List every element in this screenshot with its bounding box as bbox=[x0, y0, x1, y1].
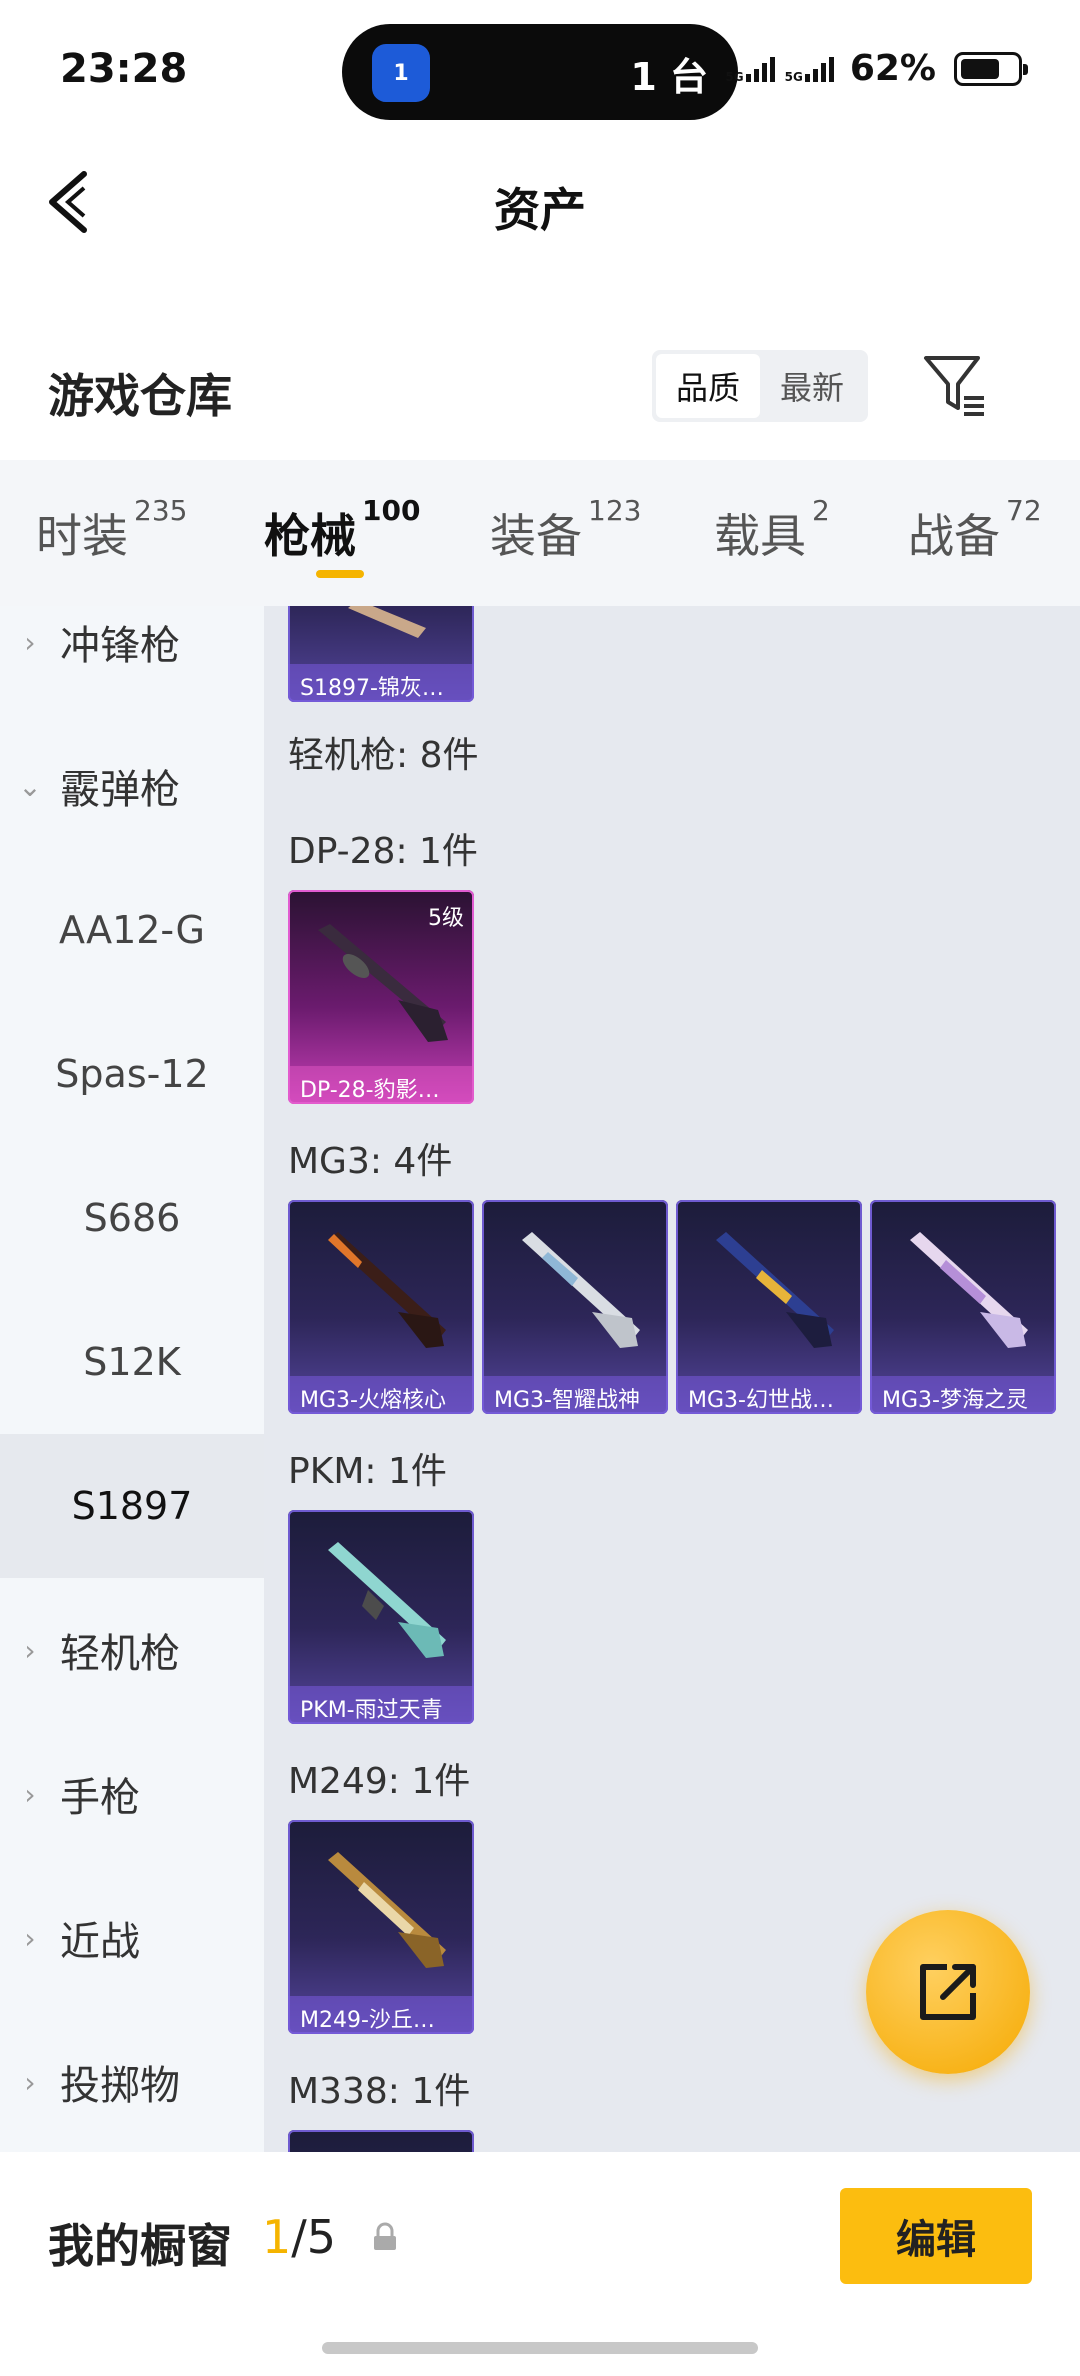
signal-bars-icon bbox=[804, 56, 834, 82]
weapon-card-label: PKM-雨过天青 bbox=[288, 1686, 474, 1724]
lock-icon bbox=[374, 2222, 396, 2250]
group-header-mg3: MG3: 4件 bbox=[288, 1141, 453, 1182]
weapon-card[interactable]: MG3-火熔核心 bbox=[288, 1200, 474, 1414]
active-tab-indicator bbox=[316, 570, 364, 578]
weapon-card[interactable]: MG3-智耀战神 bbox=[482, 1200, 668, 1414]
sidebar-item-spas12[interactable]: Spas-12 bbox=[0, 1002, 264, 1146]
showcase-count: 1/5 bbox=[262, 2210, 337, 2264]
category-tabs: 时装 235 枪械 100 装备 123 载具 2 战备 72 bbox=[0, 460, 1080, 606]
home-indicator[interactable] bbox=[322, 2342, 758, 2354]
weapon-image bbox=[910, 1232, 1028, 1348]
weapon-image bbox=[328, 1852, 446, 1968]
sidebar-item-s1897[interactable]: S1897 bbox=[0, 1434, 264, 1578]
weapon-card-label: MG3-梦海之灵 bbox=[870, 1376, 1056, 1414]
weapon-card-label: MG3-智耀战神 bbox=[482, 1376, 668, 1414]
sidebar-item-lmg[interactable]: › 轻机枪 bbox=[0, 1578, 264, 1722]
status-bar: 23:28 1 1 台 5G 5G 62% bbox=[0, 0, 1080, 140]
category-header: 轻机枪: 8件 bbox=[288, 735, 479, 776]
chevron-right-icon: › bbox=[24, 1921, 36, 1955]
weapon-card[interactable]: M249-沙丘… bbox=[288, 1820, 474, 2034]
sort-option-quality[interactable]: 品质 bbox=[656, 354, 760, 418]
chevron-right-icon: › bbox=[24, 1777, 36, 1811]
weapon-card-label: S1897-锦灰… bbox=[288, 664, 474, 702]
sort-toggle: 品质 最新 bbox=[652, 350, 868, 422]
showcase-bar: 我的橱窗 1/5 编辑 bbox=[0, 2152, 1080, 2376]
chevron-right-icon: › bbox=[24, 625, 36, 659]
tab-costume[interactable]: 时装 235 bbox=[36, 494, 187, 566]
dynamic-island[interactable]: 1 1 台 bbox=[342, 24, 738, 120]
weapon-card[interactable]: S1897-锦灰… bbox=[288, 606, 474, 702]
weapon-image bbox=[716, 1232, 834, 1348]
sidebar-item-shotgun[interactable]: ⌄ 霰弹枪 bbox=[0, 714, 264, 858]
tab-gear[interactable]: 战备 72 bbox=[908, 494, 1042, 566]
group-header-m338: M338: 1件 bbox=[288, 2071, 471, 2112]
group-header-m249: M249: 1件 bbox=[288, 1761, 471, 1802]
weapon-card-label: MG3-幻世战… bbox=[676, 1376, 862, 1414]
weapon-card[interactable]: 5级 DP-28-豹影… bbox=[288, 890, 474, 1104]
broadcast-app-icon: 1 bbox=[372, 44, 430, 102]
group-header-pkm: PKM: 1件 bbox=[288, 1451, 447, 1492]
page-title: 资产 bbox=[494, 183, 586, 237]
share-button[interactable] bbox=[866, 1910, 1030, 2074]
weapon-card[interactable]: MG3-梦海之灵 bbox=[870, 1200, 1056, 1414]
share-icon bbox=[920, 1964, 976, 2020]
sidebar-item-s12k[interactable]: S12K bbox=[0, 1290, 264, 1434]
chevron-right-icon: › bbox=[24, 2065, 36, 2099]
weapon-card[interactable]: PKM-雨过天青 bbox=[288, 1510, 474, 1724]
showcase-label: 我的橱窗 bbox=[48, 2219, 232, 2273]
weapon-card-label: MG3-火熔核心 bbox=[288, 1376, 474, 1414]
signal-5g-2: 5G bbox=[785, 56, 834, 83]
weapon-image bbox=[522, 1232, 640, 1348]
weapon-level-badge: 5级 bbox=[428, 906, 464, 931]
weapon-type-sidebar: › 冲锋枪 ⌄ 霰弹枪 AA12-G Spas-12 S686 S12K S1897… bbox=[0, 606, 264, 2152]
status-indicators: 5G 5G 62% bbox=[725, 48, 1028, 89]
sidebar-item-s686[interactable]: S686 bbox=[0, 1146, 264, 1290]
sidebar-item-melee[interactable]: › 近战 bbox=[0, 1866, 264, 2010]
sidebar-item-throwable[interactable]: › 投掷物 bbox=[0, 2010, 264, 2152]
weapon-image bbox=[328, 1232, 446, 1348]
warehouse-title: 游戏仓库 bbox=[48, 369, 232, 423]
signal-5g-1: 5G bbox=[725, 56, 775, 83]
edit-button[interactable]: 编辑 bbox=[840, 2188, 1032, 2284]
group-header-dp28: DP-28: 1件 bbox=[288, 831, 478, 872]
island-device-count: 1 台 bbox=[630, 55, 708, 99]
sidebar-item-pistol[interactable]: › 手枪 bbox=[0, 1722, 264, 1866]
sort-option-newest[interactable]: 最新 bbox=[760, 354, 864, 418]
status-time: 23:28 bbox=[60, 46, 188, 92]
weapon-card[interactable] bbox=[288, 2130, 474, 2152]
sidebar-item-aa12g[interactable]: AA12-G bbox=[0, 858, 264, 1002]
weapon-card[interactable]: MG3-幻世战… bbox=[676, 1200, 862, 1414]
tab-vehicles[interactable]: 载具 2 bbox=[714, 494, 830, 566]
weapon-image bbox=[328, 1542, 446, 1658]
weapon-image bbox=[348, 606, 426, 638]
weapon-card-label: M249-沙丘… bbox=[288, 1996, 474, 2034]
sidebar-item-smg[interactable]: › 冲锋枪 bbox=[0, 606, 264, 714]
tab-equipment[interactable]: 装备 123 bbox=[490, 494, 641, 566]
chevron-right-icon: › bbox=[24, 1633, 36, 1667]
filter-button[interactable] bbox=[920, 350, 990, 420]
battery-icon bbox=[954, 51, 1028, 86]
weapon-card-label: DP-28-豹影… bbox=[288, 1066, 474, 1104]
chevron-down-icon: ⌄ bbox=[18, 769, 42, 803]
signal-bars-icon bbox=[745, 56, 775, 82]
battery-percent: 62% bbox=[849, 48, 936, 89]
tab-firearms[interactable]: 枪械 100 bbox=[264, 494, 420, 566]
filter-icon bbox=[924, 356, 984, 416]
